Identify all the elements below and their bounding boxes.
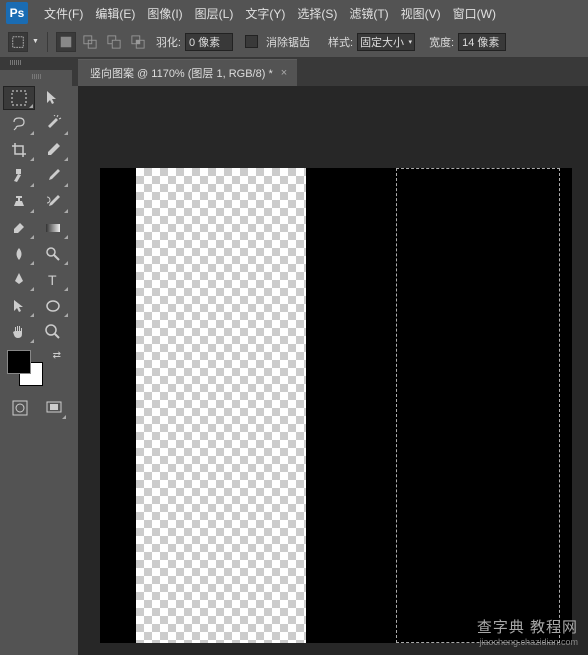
move-tool[interactable] <box>37 86 69 110</box>
path-selection-tool[interactable] <box>3 294 35 318</box>
watermark-url: jiaocheng.chazidian.com <box>477 637 578 647</box>
history-brush-tool[interactable] <box>37 190 69 214</box>
menu-select[interactable]: 选择(S) <box>291 5 343 22</box>
width-input[interactable] <box>458 33 506 51</box>
foreground-color-swatch[interactable] <box>7 350 31 374</box>
menu-filter[interactable]: 滤镜(T) <box>343 5 394 22</box>
width-label: 宽度: <box>429 34 454 50</box>
menu-view[interactable]: 视图(V) <box>395 5 447 22</box>
magic-wand-tool[interactable] <box>37 112 69 136</box>
shape-tool[interactable] <box>37 294 69 318</box>
chevron-down-icon: ▾ <box>409 38 413 46</box>
gradient-tool[interactable] <box>37 216 69 240</box>
menu-edit[interactable]: 编辑(E) <box>89 5 141 22</box>
blur-tool[interactable] <box>3 242 35 266</box>
intersect-selection-icon[interactable] <box>128 32 148 52</box>
screen-mode-icon[interactable] <box>41 396 67 420</box>
menu-window[interactable]: 窗口(W) <box>447 5 502 22</box>
tool-preset-icon[interactable] <box>8 32 28 52</box>
workspace <box>78 86 588 655</box>
tab-title: 竖向图案 @ 1170% (图层 1, RGB/8) * <box>90 65 273 81</box>
color-swatches[interactable]: ⇄ <box>7 350 47 390</box>
marquee-tool[interactable] <box>3 86 35 110</box>
crop-tool[interactable] <box>3 138 35 162</box>
dodge-tool[interactable] <box>37 242 69 266</box>
document-tab[interactable]: 竖向图案 @ 1170% (图层 1, RGB/8) * × <box>78 59 297 86</box>
healing-brush-tool[interactable] <box>3 164 35 188</box>
text-tool[interactable]: T <box>37 268 69 292</box>
app-logo: Ps <box>6 2 28 24</box>
hand-tool[interactable] <box>3 320 35 344</box>
subtract-selection-icon[interactable] <box>104 32 124 52</box>
options-bar: ▼ 羽化: 消除锯齿 样式: 固定大小▾ 宽度: <box>0 26 588 58</box>
quick-mask-icon[interactable] <box>7 396 33 420</box>
document-tab-bar: 竖向图案 @ 1170% (图层 1, RGB/8) * × <box>0 58 588 86</box>
menu-image[interactable]: 图像(I) <box>141 5 188 22</box>
add-selection-icon[interactable] <box>80 32 100 52</box>
menu-layer[interactable]: 图层(L) <box>189 5 240 22</box>
svg-text:T: T <box>48 272 57 288</box>
menu-file[interactable]: 文件(F) <box>38 5 89 22</box>
transparent-region <box>136 168 306 643</box>
feather-label: 羽化: <box>156 34 181 50</box>
lasso-tool[interactable] <box>3 112 35 136</box>
pen-tool[interactable] <box>3 268 35 292</box>
style-select[interactable]: 固定大小▾ <box>357 33 415 51</box>
toolbox: T ⇄ <box>0 70 72 424</box>
close-icon[interactable]: × <box>281 67 287 79</box>
feather-input[interactable] <box>185 33 233 51</box>
toolbox-grip[interactable] <box>3 74 69 82</box>
swap-colors-icon[interactable]: ⇄ <box>53 350 61 361</box>
chevron-down-icon[interactable]: ▼ <box>32 38 39 45</box>
watermark: 查字典 教程网 jiaocheng.chazidian.com <box>477 616 578 647</box>
menu-type[interactable]: 文字(Y) <box>239 5 291 22</box>
eyedropper-tool[interactable] <box>37 138 69 162</box>
watermark-text: 查字典 教程网 <box>477 619 578 636</box>
brush-tool[interactable] <box>37 164 69 188</box>
antialias-checkbox[interactable] <box>245 35 258 48</box>
antialias-label: 消除锯齿 <box>266 34 310 50</box>
eraser-tool[interactable] <box>3 216 35 240</box>
zoom-tool[interactable] <box>37 320 69 344</box>
separator <box>47 32 48 52</box>
style-label: 样式: <box>328 34 353 50</box>
new-selection-icon[interactable] <box>56 32 76 52</box>
panel-grip[interactable] <box>0 58 30 68</box>
clone-stamp-tool[interactable] <box>3 190 35 214</box>
marquee-selection[interactable] <box>396 168 560 643</box>
menu-bar: Ps 文件(F) 编辑(E) 图像(I) 图层(L) 文字(Y) 选择(S) 滤… <box>0 0 588 26</box>
canvas[interactable] <box>100 168 572 643</box>
